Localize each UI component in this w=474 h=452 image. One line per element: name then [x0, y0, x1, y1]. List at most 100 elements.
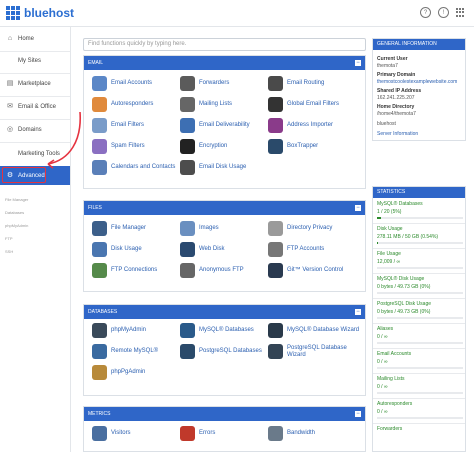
app-label: Anonymous FTP	[199, 267, 244, 273]
app-encryption[interactable]: Encryption	[180, 139, 272, 154]
app-disk-usage[interactable]: Disk Usage	[92, 242, 184, 257]
stat-divider	[373, 398, 465, 399]
email-accounts-icon	[92, 76, 107, 91]
stat-label[interactable]: MySQL® Databases	[377, 201, 463, 207]
stat-progress-bar	[377, 342, 463, 344]
app-bandwidth[interactable]: Bandwidth	[268, 426, 360, 441]
stat-item: MySQL® Disk Usage 0 bytes / 49.73 GB (0%)	[377, 276, 463, 294]
panel-header[interactable]: EMAIL −	[84, 56, 365, 70]
panel-header[interactable]: METRICS −	[84, 407, 365, 421]
stat-divider	[373, 273, 465, 274]
app-label: Email Accounts	[111, 80, 153, 86]
collapse-icon[interactable]: −	[355, 309, 361, 315]
stat-label[interactable]: Autoresponders	[377, 401, 463, 407]
app-web-disk[interactable]: Web Disk	[180, 242, 272, 257]
search-input[interactable]: Find functions quickly by typing here.	[83, 38, 366, 51]
ftp-accounts-icon	[268, 242, 283, 257]
info-icon[interactable]: !	[438, 7, 449, 18]
address-importer-icon	[268, 118, 283, 133]
stat-label[interactable]: Forwarders	[377, 426, 463, 432]
app-email-routing[interactable]: Email Routing	[268, 76, 360, 91]
app-label: PostgreSQL Database Wizard	[287, 344, 347, 358]
app-label: Encryption	[199, 143, 228, 149]
app-mailing-lists[interactable]: Mailing Lists	[180, 97, 272, 112]
stat-progress-bar	[377, 292, 463, 294]
stat-item: File Usage 12,009 / ∞	[377, 251, 463, 269]
stat-label[interactable]: PostgreSQL Disk Usage	[377, 301, 463, 307]
app-remote-mysql[interactable]: Remote MySQL®	[92, 344, 184, 359]
app-deliverability[interactable]: Email Deliverability	[180, 118, 272, 133]
app-ftp-accounts[interactable]: FTP Accounts	[268, 242, 360, 257]
app-email-disk[interactable]: Email Disk Usage	[180, 160, 272, 175]
stat-label[interactable]: MySQL® Disk Usage	[377, 276, 463, 282]
spam-filters-icon	[92, 139, 107, 154]
stat-item: Forwarders	[377, 426, 463, 432]
collapse-icon[interactable]: −	[355, 205, 361, 211]
stat-item: PostgreSQL Disk Usage 0 bytes / 49.73 GB …	[377, 301, 463, 319]
stat-label[interactable]: Mailing Lists	[377, 376, 463, 382]
sub-item-file-manager[interactable]: File Manager	[5, 197, 28, 202]
app-file-manager[interactable]: File Manager	[92, 221, 184, 236]
app-calendar[interactable]: Calendars and Contacts	[92, 160, 184, 175]
apps-grid-icon[interactable]	[456, 7, 466, 18]
app-anonymous-ftp[interactable]: Anonymous FTP	[180, 263, 272, 278]
app-ftp-connections[interactable]: FTP Connections	[92, 263, 184, 278]
app-mysql[interactable]: MySQL® Databases	[180, 323, 272, 338]
app-boxtrapper[interactable]: BoxTrapper	[268, 139, 360, 154]
stat-value: 0 / ∞	[377, 384, 388, 390]
stat-divider	[373, 323, 465, 324]
app-email-accounts[interactable]: Email Accounts	[92, 76, 184, 91]
app-mysql-wizard[interactable]: MySQL® Database Wizard	[268, 323, 360, 338]
deliverability-icon	[180, 118, 195, 133]
primary-domain-link[interactable]: themostcoolestexamplewebsite.com	[377, 79, 461, 85]
app-visitors[interactable]: Visitors	[92, 426, 184, 441]
panel-title: GENERAL INFORMATION	[373, 39, 465, 50]
stat-progress-bar	[377, 317, 463, 319]
app-label: Calendars and Contacts	[111, 164, 176, 170]
app-email-filters[interactable]: Email Filters	[92, 118, 184, 133]
stat-label[interactable]: Aliases	[377, 326, 463, 332]
app-label: MySQL® Database Wizard	[287, 327, 360, 333]
sub-item-phpmyadmin[interactable]: phpMyAdmin	[5, 223, 28, 228]
sub-item-databases[interactable]: Databases	[5, 210, 24, 215]
stat-label[interactable]: Disk Usage	[377, 226, 463, 232]
app-forwarders[interactable]: Forwarders	[180, 76, 272, 91]
app-spam-filters[interactable]: Spam Filters	[92, 139, 184, 154]
sub-item-ssh[interactable]: SSH	[5, 249, 13, 254]
stat-item: Mailing Lists 0 / ∞	[377, 376, 463, 394]
app-postgresql[interactable]: PostgreSQL Databases	[180, 344, 272, 359]
app-directory-privacy[interactable]: Directory Privacy	[268, 221, 360, 236]
stat-item: Aliases 0 / ∞	[377, 326, 463, 344]
stat-divider	[373, 373, 465, 374]
panel-header[interactable]: DATABASES −	[84, 305, 365, 319]
app-git[interactable]: Git™ Version Control	[268, 263, 360, 278]
ftp-connections-icon	[92, 263, 107, 278]
phpmyadmin-icon	[92, 323, 107, 338]
app-phpmyadmin[interactable]: phpMyAdmin	[92, 323, 184, 338]
phppgadmin-icon	[92, 365, 107, 380]
current-user-label: Current User	[377, 56, 408, 62]
stat-label[interactable]: Email Accounts	[377, 351, 463, 357]
app-images[interactable]: Images	[180, 221, 272, 236]
sub-item-ftp[interactable]: FTP	[5, 236, 13, 241]
app-label: phpMyAdmin	[111, 327, 147, 333]
app-autoresponders[interactable]: Autoresponders	[92, 97, 184, 112]
help-icon[interactable]: ?	[420, 7, 431, 18]
panel-title: FILES	[88, 205, 102, 211]
stat-divider	[373, 248, 465, 249]
collapse-icon[interactable]: −	[355, 60, 361, 66]
app-label: Spam Filters	[111, 143, 145, 149]
app-errors[interactable]: Errors	[180, 426, 272, 441]
app-label: Images	[199, 225, 219, 231]
app-postgresql-wizard[interactable]: PostgreSQL Database Wizard	[268, 344, 360, 359]
collapse-icon[interactable]: −	[355, 411, 361, 417]
panel-header[interactable]: FILES −	[84, 201, 365, 215]
app-global-filter[interactable]: Global Email Filters	[268, 97, 360, 112]
stat-label[interactable]: File Usage	[377, 251, 463, 257]
app-address-importer[interactable]: Address Importer	[268, 118, 360, 133]
app-label: Visitors	[111, 430, 131, 436]
app-phppgadmin[interactable]: phpPgAdmin	[92, 365, 184, 380]
server-information-link[interactable]: Server Information	[377, 131, 461, 137]
email-panel: EMAIL − Email Accounts Forwarders Email Ro…	[83, 55, 366, 189]
home-directory-value: /home4/themota7	[377, 111, 416, 117]
